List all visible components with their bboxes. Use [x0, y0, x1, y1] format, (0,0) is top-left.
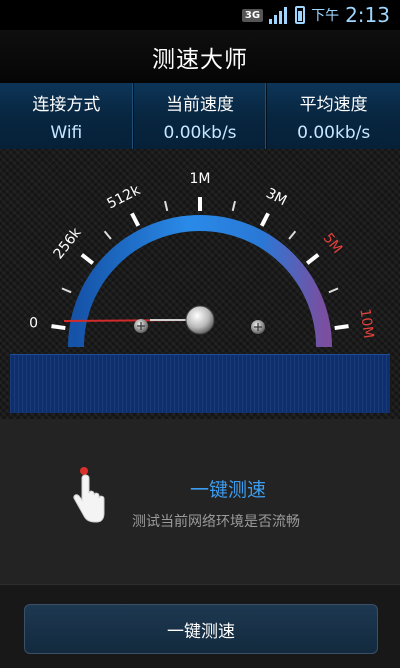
gauge-minor-tick — [328, 287, 339, 294]
gauge-minor-tick — [231, 200, 236, 212]
left-screw-icon — [134, 319, 148, 333]
gauge-tick-label: 0 — [29, 316, 38, 332]
gauge-tick-label: 256k — [51, 224, 86, 262]
gauge-minor-tick — [103, 230, 112, 240]
gauge-area: 0 256k 512k 1M 3M 5M 10M — [0, 149, 400, 419]
current-speed-label: 当前速度 — [166, 94, 234, 115]
gauge-major-tick — [305, 253, 320, 265]
network-type-badge: 3G — [241, 8, 264, 22]
average-speed-cell: 平均速度 0.00kb/s — [267, 83, 400, 149]
gauge-major-tick — [334, 324, 349, 331]
gauge-minor-tick — [61, 287, 72, 294]
gauge-center-knob — [185, 305, 215, 335]
prompt-title: 一键测速 — [190, 479, 267, 501]
connection-type-cell: 连接方式 Wifi — [0, 83, 134, 149]
current-speed-value: 0.00kb/s — [163, 122, 237, 143]
time-period: 下午 — [311, 8, 340, 24]
gauge-tick-label: 512k — [105, 182, 144, 212]
gauge-tick-label: 1M — [190, 171, 211, 187]
average-speed-label: 平均速度 — [299, 94, 368, 115]
gauge-major-tick — [51, 324, 66, 331]
average-speed-value: 0.00kb/s — [297, 122, 371, 143]
connection-type-value: Wifi — [50, 122, 83, 143]
gauge-tick-label: 10M — [356, 308, 376, 340]
connection-type-label: 连接方式 — [32, 94, 101, 115]
battery-icon — [295, 6, 306, 24]
start-test-button[interactable]: 一键测速 — [24, 604, 378, 654]
speed-graph-bar — [10, 354, 390, 413]
prompt-area: 一键测速 测试当前网络环境是否流畅 一键测速 — [0, 419, 400, 668]
gauge-minor-tick — [288, 230, 297, 240]
gauge-major-tick — [259, 212, 270, 227]
gauge-major-tick — [80, 253, 95, 265]
title-bar: 测速大师 — [0, 30, 400, 84]
gauge-tick-label: 3M — [263, 185, 289, 209]
status-bar: 3G 下午 2:13 — [0, 0, 400, 30]
current-speed-cell: 当前速度 0.00kb/s — [134, 83, 268, 149]
page-title: 测速大师 — [152, 46, 248, 73]
speed-gauge: 0 256k 512k 1M 3M 5M 10M — [29, 171, 376, 348]
tap-hand-icon — [73, 467, 105, 523]
gauge-minor-tick — [164, 200, 169, 212]
prompt-subtitle: 测试当前网络环境是否流畅 — [132, 514, 300, 530]
right-screw-icon — [251, 320, 265, 334]
info-strip: 连接方式 Wifi 当前速度 0.00kb/s 平均速度 0.00kb/s — [0, 83, 400, 150]
signal-icon — [269, 6, 288, 24]
clock-time: 2:13 — [345, 3, 390, 27]
gauge-tick-label: 5M — [320, 230, 346, 256]
gauge-major-tick — [130, 212, 141, 227]
